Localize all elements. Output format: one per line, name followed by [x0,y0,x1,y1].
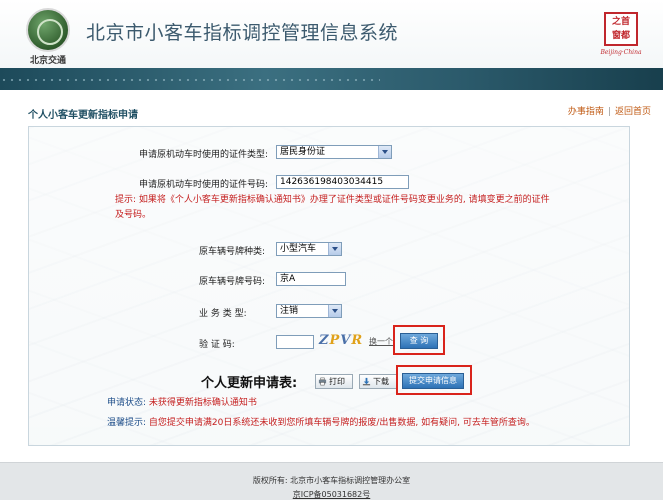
tip-label: 温馨提示: [107,418,147,428]
printer-icon [318,377,327,386]
print-button[interactable]: 打印 [315,374,353,389]
captcha-input[interactable] [276,335,314,349]
captcha-char: V [340,333,352,348]
print-label: 打印 [329,377,345,386]
tip-value: 自您提交申请满20日系统还未收到您所填车辆号牌的报废/出售数据, 如有疑问, 可… [148,418,535,428]
id-number-value: 142636198403034415 [280,177,384,187]
business-type-label: 业 务 类 型: [199,309,247,319]
plate-type-label: 原车辆号牌种类: [199,247,266,257]
plate-type-value: 小型汽车 [280,244,317,254]
chevron-down-icon [328,305,341,317]
footer: 版权所有: 北京市小客车指标调控管理办公室 京ICP备05031682号 [0,462,663,500]
seal-subtitle: Beijing·China [600,49,642,56]
site-header: 北京交通 北京市小客车指标调控管理信息系统 之首 窗都 Beijing·Chin… [0,0,663,68]
top-links: 办事指南 | 返回首页 [568,104,651,117]
download-icon [362,377,371,386]
site-title: 北京市小客车指标调控管理信息系统 [86,22,399,44]
business-type-select[interactable]: 注销 [276,304,342,318]
plate-number-input[interactable]: 京A [276,272,346,286]
plate-type-select[interactable]: 小型汽车 [276,242,342,256]
tip-row: 温馨提示: 自您提交申请满20日系统还未收到您所填车辆号牌的报废/出售数据, 如… [107,415,535,428]
link-separator: | [607,107,611,117]
hint-text: 提示: 如果将《个人小客车更新指标确认通知书》办理了证件类型或证件号码变更业务的… [115,195,550,220]
home-link[interactable]: 返回首页 [615,107,651,117]
captcha-label: 验 证 码: [199,340,235,350]
page-heading: 个人小客车更新指标申请 [28,110,138,121]
query-button[interactable]: 查 询 [400,333,438,349]
beijing-traffic-logo: 北京交通 [20,8,76,66]
status-label: 申请状态: [107,398,147,408]
submit-application-button[interactable]: 提交申请信息 [402,373,464,389]
logo-emblem-icon [26,8,70,52]
band-dot-pattern [0,79,380,81]
seal-text: 之首 窗都 [611,17,630,41]
captcha-char: P [329,333,341,348]
guide-link[interactable]: 办事指南 [568,107,604,117]
download-button[interactable]: 下载 [359,374,397,389]
business-type-value: 注销 [280,306,299,316]
captcha-image: ZPVR [319,333,367,349]
captcha-refresh-link[interactable]: 换一个 [369,336,393,347]
id-type-value: 居民身份证 [280,147,326,157]
captcha-char: R [351,333,364,348]
footer-icp-link[interactable]: 京ICP备05031682号 [0,489,663,500]
download-label: 下载 [373,377,389,386]
chevron-down-icon [378,146,391,158]
chevron-down-icon [328,243,341,255]
footer-copyright: 版权所有: 北京市小客车指标调控管理办公室 [252,476,411,485]
id-number-label: 申请原机动车时使用的证件号码: [139,180,269,190]
application-panel: 申请原机动车时使用的证件类型: 居民身份证 申请原机动车时使用的证件号码: 14… [28,126,630,446]
capital-seal-icon: 之首 窗都 [604,12,638,46]
id-type-label: 申请原机动车时使用的证件类型: [139,150,269,160]
plate-number-value: 京A [280,274,296,284]
plate-number-label: 原车辆号牌号码: [199,277,266,287]
status-row: 申请状态: 未获得更新指标确认通知书 [107,395,257,408]
id-type-select[interactable]: 居民身份证 [276,145,392,159]
status-value: 未获得更新指标确认通知书 [148,398,257,408]
captcha-char: Z [319,333,330,348]
id-number-input[interactable]: 142636198403034415 [276,175,409,189]
update-form-title: 个人更新申请表: [201,376,298,391]
logo-text: 北京交通 [29,56,66,66]
